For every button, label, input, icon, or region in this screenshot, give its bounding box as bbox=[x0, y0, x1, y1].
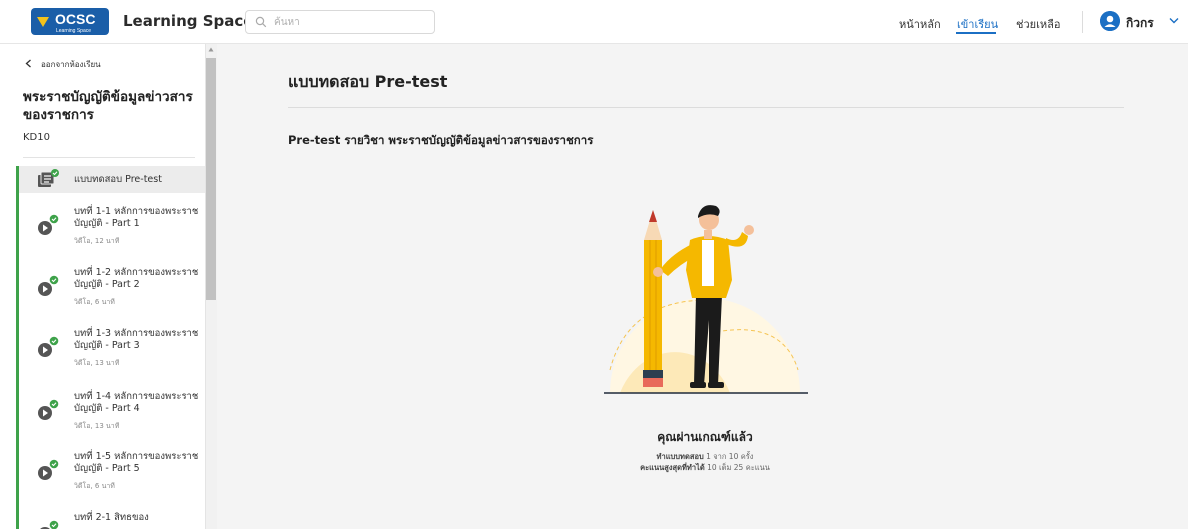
chevron-down-icon[interactable] bbox=[1169, 17, 1179, 25]
sidebar-item-meta: วิดีโอ, 6 นาที bbox=[74, 482, 115, 490]
sidebar-item-lesson-2-1[interactable]: บทที่ 2-1 สิทธของ bbox=[19, 510, 205, 529]
logo-subtext: Learning Space bbox=[56, 28, 91, 34]
video-play-icon bbox=[38, 336, 59, 357]
nav-learn[interactable]: เข้าเรียน bbox=[957, 15, 998, 33]
video-play-icon bbox=[40, 520, 59, 529]
quiz-document-icon bbox=[38, 169, 59, 187]
app-title: Learning Space bbox=[123, 12, 254, 30]
best-score-value: 10 เต็ม 25 คะแนน bbox=[707, 463, 770, 472]
ocsc-logo[interactable]: OCSC Learning Space bbox=[31, 8, 109, 35]
sidebar-item-label: บทที่ 1-3 หลักการของพระราชบัญญัติ - Part… bbox=[74, 328, 199, 351]
sidebar-item-label: บทที่ 1-2 หลักการของพระราชบัญญัติ - Part… bbox=[74, 267, 199, 290]
sidebar-item-label: บทที่ 1-1 หลักการของพระราชบัญญัติ - Part… bbox=[74, 206, 199, 229]
video-play-icon bbox=[38, 214, 59, 235]
course-sidebar: ออกจากห้องเรียน พระราชบัญญัติข้อมูลข่าวส… bbox=[0, 44, 205, 529]
nav-help[interactable]: ช่วยเหลือ bbox=[1016, 15, 1060, 33]
scroll-up-arrow-icon[interactable] bbox=[208, 47, 214, 52]
search-box[interactable] bbox=[245, 10, 435, 34]
user-name[interactable]: กิวกร bbox=[1126, 14, 1154, 33]
sidebar-item-label: บทที่ 1-4 หลักการของพระราชบัญญัติ - Part… bbox=[74, 391, 199, 414]
best-score-stat: คะแนนสูงสุดที่ทำได้ 10 เต็ม 25 คะแนน bbox=[560, 462, 850, 474]
course-title: พระราชบัญญัติข้อมูลข่าวสารของราชการ bbox=[23, 89, 193, 123]
sidebar-item-label: บทที่ 2-1 สิทธของ bbox=[74, 512, 149, 523]
header-divider bbox=[1082, 11, 1083, 33]
best-score-label: คะแนนสูงสุดที่ทำได้ bbox=[640, 463, 705, 472]
back-to-classroom-link[interactable]: ออกจากห้องเรียน bbox=[25, 58, 101, 71]
sidebar-item-label: บทที่ 1-5 หลักการของพระราชบัญญัติ - Part… bbox=[74, 451, 199, 474]
sidebar-divider bbox=[23, 157, 195, 158]
chevron-left-icon bbox=[25, 59, 31, 68]
course-code: KD10 bbox=[23, 132, 50, 143]
video-play-icon bbox=[38, 275, 59, 296]
user-avatar-icon[interactable] bbox=[1100, 11, 1120, 31]
search-input[interactable] bbox=[274, 14, 424, 30]
passed-illustration bbox=[604, 205, 808, 394]
search-icon bbox=[255, 16, 267, 28]
sidebar-item-pretest[interactable]: แบบทดสอบ Pre-test bbox=[19, 166, 205, 193]
video-play-icon bbox=[38, 459, 59, 480]
logo-text: OCSC bbox=[55, 11, 95, 27]
nav-learn-underline bbox=[956, 32, 996, 34]
result-title: คุณผ่านเกณฑ์แล้ว bbox=[657, 430, 753, 444]
top-navigation-bar: OCSC Learning Space Learning Space หน้าห… bbox=[0, 0, 1188, 44]
sidebar-item-label: แบบทดสอบ Pre-test bbox=[74, 174, 162, 185]
nav-home[interactable]: หน้าหลัก bbox=[899, 15, 941, 33]
sidebar-item-meta: วิดีโอ, 13 นาที bbox=[74, 359, 120, 367]
test-subtitle: Pre-test รายวิชา พระราชบัญญัติข้อมูลข่าว… bbox=[288, 133, 594, 147]
sidebar-item-lesson-1-1[interactable]: บทที่ 1-1 หลักการของพระราชบัญญัติ - Part… bbox=[19, 204, 205, 256]
sidebar-item-lesson-1-3[interactable]: บทที่ 1-3 หลักการของพระราชบัญญัติ - Part… bbox=[19, 326, 205, 378]
sidebar-item-lesson-1-2[interactable]: บทที่ 1-2 หลักการของพระราชบัญญัติ - Part… bbox=[19, 265, 205, 317]
sidebar-item-lesson-1-4[interactable]: บทที่ 1-4 หลักการของพระราชบัญญัติ - Part… bbox=[19, 389, 205, 441]
sidebar-item-meta: วิดีโอ, 12 นาที bbox=[74, 237, 120, 245]
title-divider bbox=[288, 107, 1124, 108]
sidebar-item-meta: วิดีโอ, 13 นาที bbox=[74, 422, 120, 430]
scrollbar-thumb[interactable] bbox=[206, 58, 216, 300]
sidebar-item-meta: วิดีโอ, 6 นาที bbox=[74, 298, 115, 306]
page-title: แบบทดสอบ Pre-test bbox=[288, 72, 448, 91]
sidebar-item-lesson-1-5[interactable]: บทที่ 1-5 หลักการของพระราชบัญญัติ - Part… bbox=[19, 449, 205, 501]
attempts-value: 1 จาก 10 ครั้ง bbox=[706, 452, 754, 461]
video-play-icon bbox=[38, 399, 59, 420]
attempts-label: ทำแบบทดสอบ bbox=[656, 452, 704, 461]
back-label: ออกจากห้องเรียน bbox=[41, 60, 101, 69]
